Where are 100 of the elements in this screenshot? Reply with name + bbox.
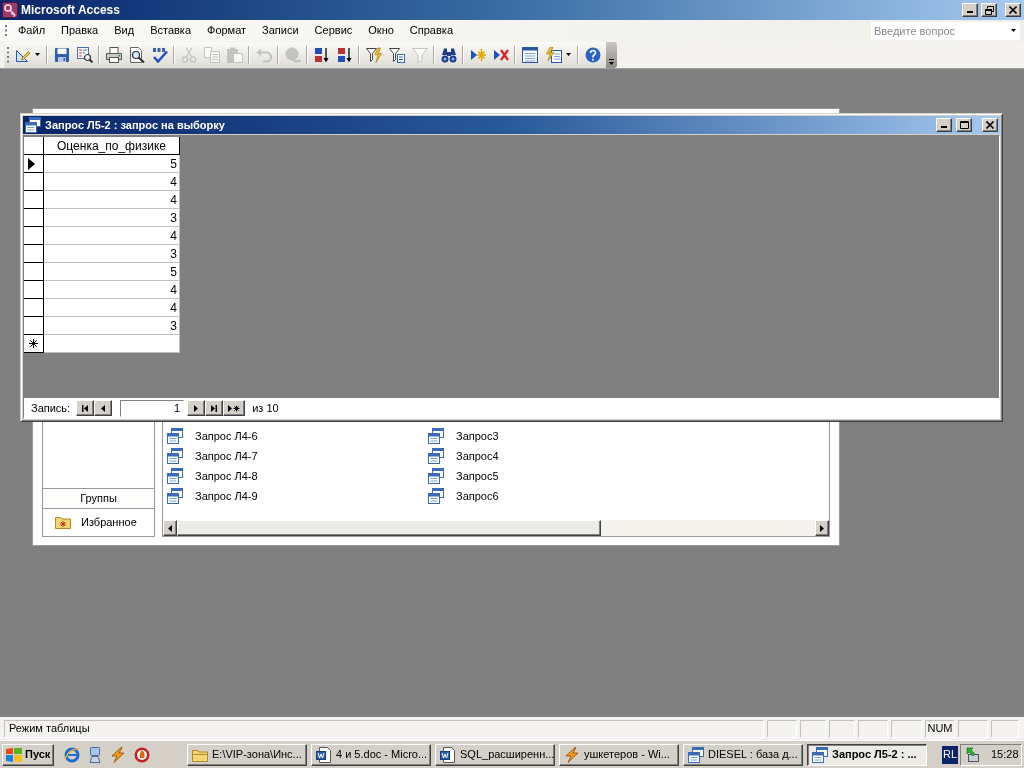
- list-item[interactable]: Запрос Л4-6: [167, 426, 262, 446]
- group-item[interactable]: Избранное: [43, 509, 154, 535]
- toolbar-options-button[interactable]: [606, 41, 617, 68]
- groups-bar[interactable]: Группы: [43, 488, 154, 509]
- menu-item[interactable]: Справка: [401, 21, 461, 40]
- taskbar-button[interactable]: Запрос Л5-2 : ...: [807, 743, 927, 766]
- status-pane: [767, 719, 797, 738]
- close-icon: [986, 121, 994, 129]
- computer-icon[interactable]: [88, 746, 102, 763]
- windows-logo-icon: [6, 747, 22, 762]
- row-selector[interactable]: [24, 281, 44, 299]
- status-pane: [800, 719, 826, 738]
- maximize-icon: [959, 121, 969, 129]
- start-button[interactable]: Пуск: [2, 743, 54, 766]
- language-indicator[interactable]: RL: [941, 745, 958, 764]
- row-selector[interactable]: [24, 245, 44, 263]
- question-dropdown-button[interactable]: [1007, 21, 1020, 40]
- stacked-grid-icon: [167, 428, 183, 444]
- scroll-left-button[interactable]: [163, 520, 177, 536]
- menu-item[interactable]: Вид: [106, 21, 143, 40]
- row-selector[interactable]: [24, 155, 44, 173]
- window-title: Microsoft Access: [21, 2, 120, 19]
- stacked-grid-icon: [428, 488, 444, 504]
- row-selector[interactable]: [24, 299, 44, 317]
- question-field[interactable]: Введите вопрос: [871, 21, 1007, 40]
- stacked-grid-icon: [812, 746, 828, 763]
- table-cell: 3: [44, 317, 180, 335]
- lightning-icon[interactable]: [110, 746, 126, 763]
- close-button[interactable]: [982, 118, 998, 132]
- list-item[interactable]: Запрос Л4-8: [167, 466, 262, 486]
- row-selector[interactable]: [24, 263, 44, 281]
- taskbar-button[interactable]: SQL_расширенн...: [435, 743, 555, 766]
- menu-item[interactable]: Вставка: [142, 21, 199, 40]
- scrollbar-thumb[interactable]: [177, 520, 601, 536]
- list-item[interactable]: Запрос5: [428, 466, 503, 486]
- maximize-button[interactable]: [956, 118, 972, 132]
- globe-icon: [284, 46, 301, 63]
- stacked-grid-icon: [428, 428, 444, 444]
- new-record-button[interactable]: [223, 400, 246, 416]
- menu-item[interactable]: Окно: [360, 21, 402, 40]
- column-header[interactable]: Оценка_по_физике: [44, 137, 180, 155]
- row-selector[interactable]: [24, 209, 44, 227]
- taskbar-button[interactable]: 4 и 5.doc - Micro...: [311, 743, 431, 766]
- lightning-icon: [564, 746, 580, 763]
- close-icon: [1009, 6, 1017, 14]
- skip-start-icon: [82, 404, 89, 412]
- record-number-field[interactable]: 1: [120, 399, 185, 417]
- row-selector[interactable]: [24, 191, 44, 209]
- minimize-icon: [967, 11, 973, 13]
- menu-item[interactable]: Правка: [53, 21, 107, 40]
- undo-icon: [255, 46, 272, 63]
- next-record-button[interactable]: [187, 400, 206, 416]
- print-icon: [105, 46, 122, 63]
- monitor-arrow-icon[interactable]: [965, 746, 981, 763]
- first-record-button[interactable]: [76, 400, 95, 416]
- key-icon: [2, 2, 18, 18]
- last-record-button[interactable]: [205, 400, 224, 416]
- list-item[interactable]: Запрос3: [428, 426, 503, 446]
- menu-item[interactable]: Формат: [199, 21, 255, 40]
- taskbar-button[interactable]: ушкетеров - Wi...: [559, 743, 679, 766]
- folder-star-icon: [55, 515, 71, 529]
- funnel-lightning-icon: [365, 46, 382, 63]
- page-magnifier-icon: [128, 46, 145, 63]
- flame-circle-icon[interactable]: [134, 746, 150, 763]
- row-selector[interactable]: [24, 173, 44, 191]
- taskbar-button[interactable]: DIESEL : база д...: [683, 743, 803, 766]
- document-icon: [440, 746, 456, 763]
- minimize-button[interactable]: [936, 118, 952, 132]
- copy-icon: [203, 46, 220, 63]
- spellcheck-icon: [151, 46, 168, 63]
- taskbar-button[interactable]: E:\VIP-зона\Инс...: [187, 743, 307, 766]
- stacked-grid-icon: [428, 468, 444, 484]
- help-icon: [584, 46, 601, 63]
- menu-item[interactable]: Файл: [10, 21, 54, 40]
- list-item[interactable]: Запрос4: [428, 446, 503, 466]
- scroll-right-button[interactable]: [815, 520, 829, 536]
- chevron-down-icon: [609, 58, 614, 65]
- row-selector[interactable]: [24, 317, 44, 335]
- row-selector[interactable]: [24, 335, 44, 353]
- record-count: из 10: [252, 400, 279, 416]
- menu-item[interactable]: Сервис: [306, 21, 361, 40]
- list-item[interactable]: Запрос Л4-9: [167, 486, 262, 506]
- dropdown-arrow-icon: [1011, 29, 1016, 32]
- list-item[interactable]: Запрос6: [428, 486, 503, 506]
- skip-end-icon: [211, 404, 218, 412]
- restore-button[interactable]: [981, 3, 997, 17]
- close-button[interactable]: [1005, 3, 1021, 17]
- browser-icon[interactable]: [64, 746, 80, 763]
- stacked-grid-icon: [167, 488, 183, 504]
- minimize-button[interactable]: [962, 3, 978, 17]
- row-selector[interactable]: [24, 227, 44, 245]
- table-cell: 3: [44, 245, 180, 263]
- select-all-box[interactable]: [24, 137, 44, 155]
- stacked-grid-icon: [167, 468, 183, 484]
- stacked-grid-icon: [167, 448, 183, 464]
- dropdown-arrow-icon: [34, 53, 40, 56]
- folder-icon: [192, 747, 208, 762]
- list-item[interactable]: Запрос Л4-7: [167, 446, 262, 466]
- menu-item[interactable]: Записи: [254, 21, 307, 40]
- previous-record-button[interactable]: [94, 400, 113, 416]
